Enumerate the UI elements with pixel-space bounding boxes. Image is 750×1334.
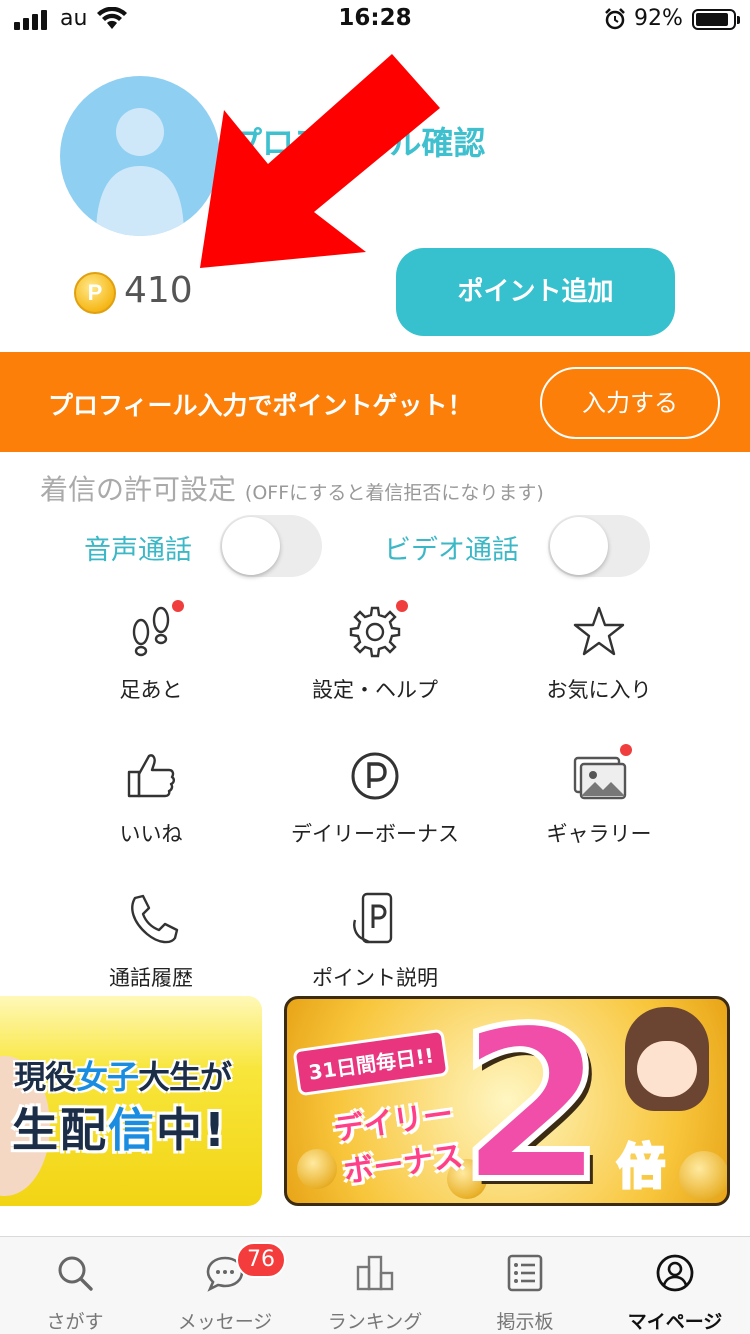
thumbs-up-icon (127, 754, 175, 798)
message-count-badge: 76 (236, 1242, 286, 1278)
gallery-icon (573, 756, 627, 800)
alarm-icon (605, 8, 625, 30)
input-profile-button[interactable]: 入力する (540, 367, 720, 439)
menu-label: いいね (119, 822, 183, 846)
gear-icon (349, 606, 401, 658)
menu-label: 通話履歴 (109, 966, 193, 990)
banner-coin (297, 1149, 337, 1189)
board-icon (507, 1254, 543, 1292)
call-settings-heading: 着信の許可設定 (40, 473, 237, 506)
user-circle-icon (656, 1254, 694, 1292)
notification-dot (396, 600, 408, 612)
tab-bar: さがす メッセージ ランキング 掲示板 マイページ (0, 1236, 750, 1334)
coin-icon: P (74, 272, 116, 314)
ranking-icon (356, 1255, 394, 1291)
battery-percent: 92% (634, 6, 683, 31)
menu-label: ポイント説明 (312, 966, 438, 990)
voice-call-label: 音声通話 (84, 535, 192, 566)
tab-label: ランキング (327, 1311, 423, 1333)
search-icon (58, 1256, 93, 1291)
video-call-toggle[interactable] (548, 515, 650, 577)
menu-label: 足あと (119, 678, 183, 702)
tab-label: さがす (46, 1311, 104, 1333)
menu-label: お気に入り (546, 678, 652, 702)
promo-message: プロフィール入力でポイントゲット！ (48, 391, 473, 420)
call-settings-note: (OFFにすると着信拒否になります) (244, 482, 544, 504)
menu-likes[interactable]: いいね (26, 746, 276, 866)
tab-bulletin-board[interactable]: 掲示板 (450, 1237, 600, 1334)
banner-left-line2: 生配信中! (12, 1103, 227, 1157)
banner-coin (679, 1151, 727, 1201)
menu-label: 設定・ヘルプ (312, 678, 438, 702)
live-stream-banner[interactable]: 現役女子大生が 生配信中! (0, 996, 262, 1206)
menu-daily-bonus[interactable]: デイリーボーナス (250, 746, 500, 866)
banner-character-image (625, 1007, 709, 1111)
voice-call-toggle[interactable] (220, 515, 322, 577)
add-points-button[interactable]: ポイント追加 (396, 248, 675, 336)
banner-left-line1: 現役女子大生が (14, 1058, 232, 1096)
battery-icon (692, 9, 740, 30)
tab-search[interactable]: さがす (0, 1237, 150, 1334)
menu-point-info[interactable]: ポイント説明 (250, 890, 500, 1010)
tab-ranking[interactable]: ランキング (300, 1237, 450, 1334)
menu-label: ギャラリー (546, 822, 652, 846)
video-call-label: ビデオ通話 (384, 535, 519, 566)
banner-big-two: 2 (456, 996, 608, 1206)
phone-icon (131, 894, 179, 944)
notification-dot (172, 600, 184, 612)
status-bar: au 16:28 92% (0, 0, 750, 40)
call-settings-title: 着信の許可設定 (OFFにすると着信拒否になります) (40, 468, 544, 508)
profile-promo-banner: プロフィール入力でポイントゲット！ 入力する (0, 352, 750, 452)
phone-p-icon (353, 892, 393, 944)
tab-label: マイページ (627, 1311, 723, 1333)
menu-settings-help[interactable]: 設定・ヘルプ (250, 600, 500, 722)
notification-dot (620, 744, 632, 756)
banner-days: 31日間毎日!! (292, 1028, 450, 1097)
p-circle-icon (351, 752, 399, 800)
menu-gallery[interactable]: ギャラリー (474, 744, 724, 866)
red-arrow-annotation (200, 54, 440, 268)
tab-my-page[interactable]: マイページ (600, 1237, 750, 1334)
star-icon (573, 606, 625, 656)
point-balance: 410 (124, 270, 193, 311)
daily-bonus-banner[interactable]: 2 31日間毎日!! デイリー ボーナス 倍 (284, 996, 730, 1206)
banner-times: 倍 (615, 1138, 666, 1197)
tab-label: メッセージ (177, 1311, 273, 1333)
menu-favorites[interactable]: お気に入り (474, 602, 724, 722)
menu-label: デイリーボーナス (291, 822, 459, 846)
menu-call-history[interactable]: 通話履歴 (26, 890, 276, 1010)
footprints-icon (132, 606, 170, 657)
menu-footprints[interactable]: 足あと (26, 600, 276, 722)
tab-label: 掲示板 (496, 1311, 554, 1333)
